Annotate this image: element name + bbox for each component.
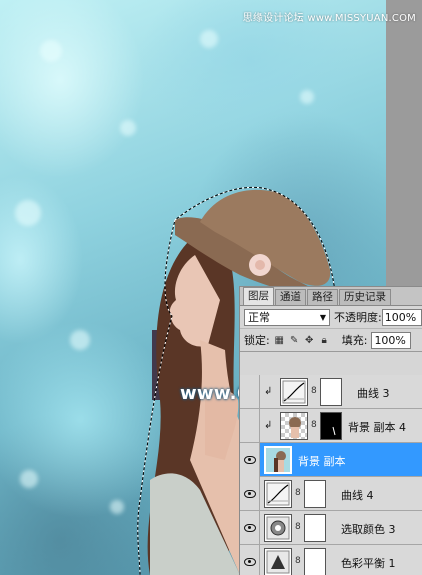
visibility-toggle[interactable] bbox=[240, 545, 260, 575]
layer-row[interactable]: 8 选取颜色 3 bbox=[240, 511, 422, 545]
layer-name: 背景 副本 4 bbox=[348, 421, 406, 434]
layer-mask-thumbnail[interactable] bbox=[304, 514, 326, 542]
lock-label: 锁定: bbox=[244, 334, 270, 347]
chain-link-icon[interactable]: 8 bbox=[295, 522, 301, 532]
blend-mode-select[interactable]: 正常 ▼ bbox=[244, 308, 330, 326]
layer-name: 背景 副本 bbox=[298, 455, 346, 468]
lock-transparent-icon[interactable]: ▦ bbox=[274, 335, 285, 346]
layer-row[interactable]: ↲ 8 曲线 3 bbox=[240, 375, 422, 409]
layer-row[interactable]: 背景 副本 bbox=[240, 443, 422, 477]
eye-icon bbox=[243, 524, 256, 532]
watermark-missyuan: 思缘设计论坛 www.MISSYUAN.COM bbox=[242, 13, 416, 24]
blend-mode-value: 正常 bbox=[248, 311, 270, 324]
eye-icon bbox=[243, 490, 256, 498]
tab-history[interactable]: 历史记录 bbox=[339, 289, 391, 305]
color-balance-icon bbox=[264, 548, 292, 575]
visibility-toggle[interactable] bbox=[240, 409, 260, 443]
fill-input[interactable]: 100% bbox=[371, 331, 412, 349]
layer-mask-thumbnail[interactable] bbox=[320, 378, 342, 406]
lock-paint-icon[interactable]: ✎ bbox=[289, 335, 300, 346]
chain-link-icon[interactable]: 8 bbox=[311, 420, 317, 430]
panel-tabs: 图层 通道 路径 历史记录 bbox=[240, 287, 422, 306]
fill-label: 填充: bbox=[341, 334, 368, 347]
chain-link-icon[interactable]: 8 bbox=[295, 488, 301, 498]
eye-icon bbox=[243, 558, 256, 566]
visibility-toggle[interactable] bbox=[240, 375, 260, 409]
lock-position-icon[interactable]: ✥ bbox=[304, 335, 315, 346]
layer-mask-thumbnail[interactable] bbox=[304, 548, 326, 575]
visibility-toggle[interactable] bbox=[240, 511, 260, 545]
layer-row[interactable]: 8 色彩平衡 1 bbox=[240, 545, 422, 575]
layer-row[interactable]: 8 曲线 4 bbox=[240, 477, 422, 511]
opacity-input[interactable]: 100% bbox=[381, 308, 422, 326]
curves-adjustment-icon bbox=[264, 480, 292, 508]
curves-adjustment-icon bbox=[280, 378, 308, 406]
lock-fill-row: 锁定: ▦ ✎ ✥ 🔒︎ 填充: 100% bbox=[240, 329, 422, 352]
clip-arrow-icon: ↲ bbox=[264, 386, 273, 397]
opacity-label: 不透明度: bbox=[334, 311, 382, 324]
layer-name: 曲线 4 bbox=[341, 489, 374, 502]
layer-mask-thumbnail[interactable] bbox=[304, 480, 326, 508]
layers-list: ↲ 8 曲线 3 ↲ 8 背景 副本 4 背景 副本 8 曲线 4 8 选取颜色… bbox=[240, 375, 422, 575]
visibility-toggle[interactable] bbox=[240, 443, 260, 477]
blend-opacity-row: 正常 ▼ 不透明度: 100% bbox=[240, 306, 422, 329]
layer-thumbnail[interactable] bbox=[264, 446, 292, 474]
tab-channels[interactable]: 通道 bbox=[275, 289, 306, 305]
visibility-toggle[interactable] bbox=[240, 477, 260, 511]
layer-name: 曲线 3 bbox=[357, 387, 390, 400]
selective-color-icon bbox=[264, 514, 292, 542]
layer-name: 色彩平衡 1 bbox=[341, 557, 396, 570]
eye-icon bbox=[243, 456, 256, 464]
layers-panel: 图层 通道 路径 历史记录 正常 ▼ 不透明度: 100% 锁定: ▦ ✎ ✥ … bbox=[239, 286, 422, 575]
layer-name: 选取颜色 3 bbox=[341, 523, 396, 536]
layer-row[interactable]: ↲ 8 背景 副本 4 bbox=[240, 409, 422, 443]
tab-paths[interactable]: 路径 bbox=[307, 289, 338, 305]
layer-mask-thumbnail[interactable] bbox=[320, 412, 342, 440]
layer-thumbnail[interactable] bbox=[280, 412, 308, 440]
chain-link-icon[interactable]: 8 bbox=[311, 386, 317, 396]
lock-all-icon[interactable]: 🔒︎ bbox=[319, 335, 330, 346]
tab-layers[interactable]: 图层 bbox=[243, 287, 274, 305]
chain-link-icon[interactable]: 8 bbox=[295, 556, 301, 566]
chevron-down-icon: ▼ bbox=[319, 312, 326, 322]
clip-arrow-icon: ↲ bbox=[264, 420, 273, 431]
